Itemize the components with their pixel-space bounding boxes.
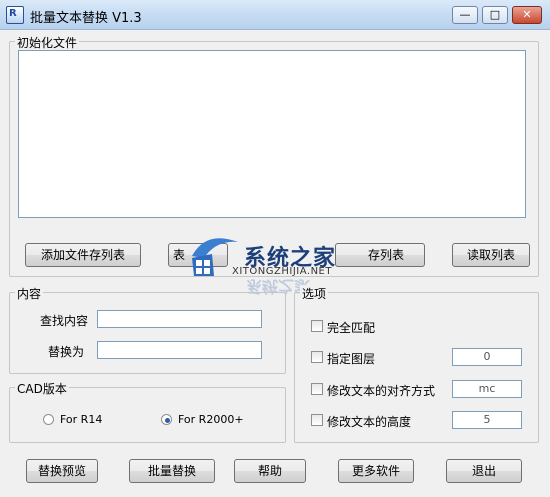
more-software-button[interactable]: 更多软件 xyxy=(338,459,414,483)
layer-label: 指定图层 xyxy=(327,352,376,366)
r14-radio[interactable] xyxy=(43,414,54,425)
close-button[interactable]: ✕ xyxy=(512,6,542,24)
align-checkbox[interactable] xyxy=(311,383,323,395)
replace-input[interactable] xyxy=(97,341,262,359)
find-label: 查找内容 xyxy=(40,314,89,328)
batch-replace-button[interactable]: 批量替换 xyxy=(129,459,215,483)
watermark: 系统之家 XITONGZHIJIA.NET 系统之家 xyxy=(186,224,386,302)
minimize-icon: — xyxy=(459,8,471,21)
maximize-button[interactable]: □ xyxy=(482,6,508,24)
title-bar: R 批量文本替换 V1.3 — □ ✕ xyxy=(0,0,550,30)
height-input[interactable]: 5 xyxy=(452,411,522,429)
app-icon: R xyxy=(6,6,24,24)
exact-match-label: 完全匹配 xyxy=(327,321,376,335)
layer-input[interactable]: 0 xyxy=(452,348,522,366)
init-files-label: 初始化文件 xyxy=(15,34,80,51)
app-icon-glyph: R xyxy=(9,8,17,19)
window-title: 批量文本替换 V1.3 xyxy=(30,11,142,26)
help-button[interactable]: 帮助 xyxy=(234,459,306,483)
add-file-list-button[interactable]: 添加文件存列表 xyxy=(25,243,141,267)
minimize-button[interactable]: — xyxy=(452,6,478,24)
read-list-button[interactable]: 读取列表 xyxy=(452,243,530,267)
cad-version-label: CAD版本 xyxy=(15,380,69,397)
align-label: 修改文本的对齐方式 xyxy=(327,384,436,398)
options-label: 选项 xyxy=(300,285,329,302)
r2000-label: For R2000+ xyxy=(178,413,244,426)
exit-button[interactable]: 退出 xyxy=(446,459,522,483)
exact-match-checkbox[interactable] xyxy=(311,320,323,332)
close-icon: ✕ xyxy=(522,8,532,21)
height-checkbox[interactable] xyxy=(311,414,323,426)
file-list[interactable] xyxy=(18,50,526,218)
r14-label: For R14 xyxy=(60,413,103,426)
r2000-radio[interactable] xyxy=(161,414,172,425)
align-input[interactable]: mc xyxy=(452,380,522,398)
height-label: 修改文本的高度 xyxy=(327,415,412,429)
maximize-icon: □ xyxy=(489,8,501,21)
layer-checkbox[interactable] xyxy=(311,351,323,363)
find-input[interactable] xyxy=(97,310,262,328)
replace-label: 替换为 xyxy=(48,345,85,359)
content-group xyxy=(9,292,286,374)
preview-replace-button[interactable]: 替换预览 xyxy=(26,459,98,483)
content-label: 内容 xyxy=(15,285,44,302)
